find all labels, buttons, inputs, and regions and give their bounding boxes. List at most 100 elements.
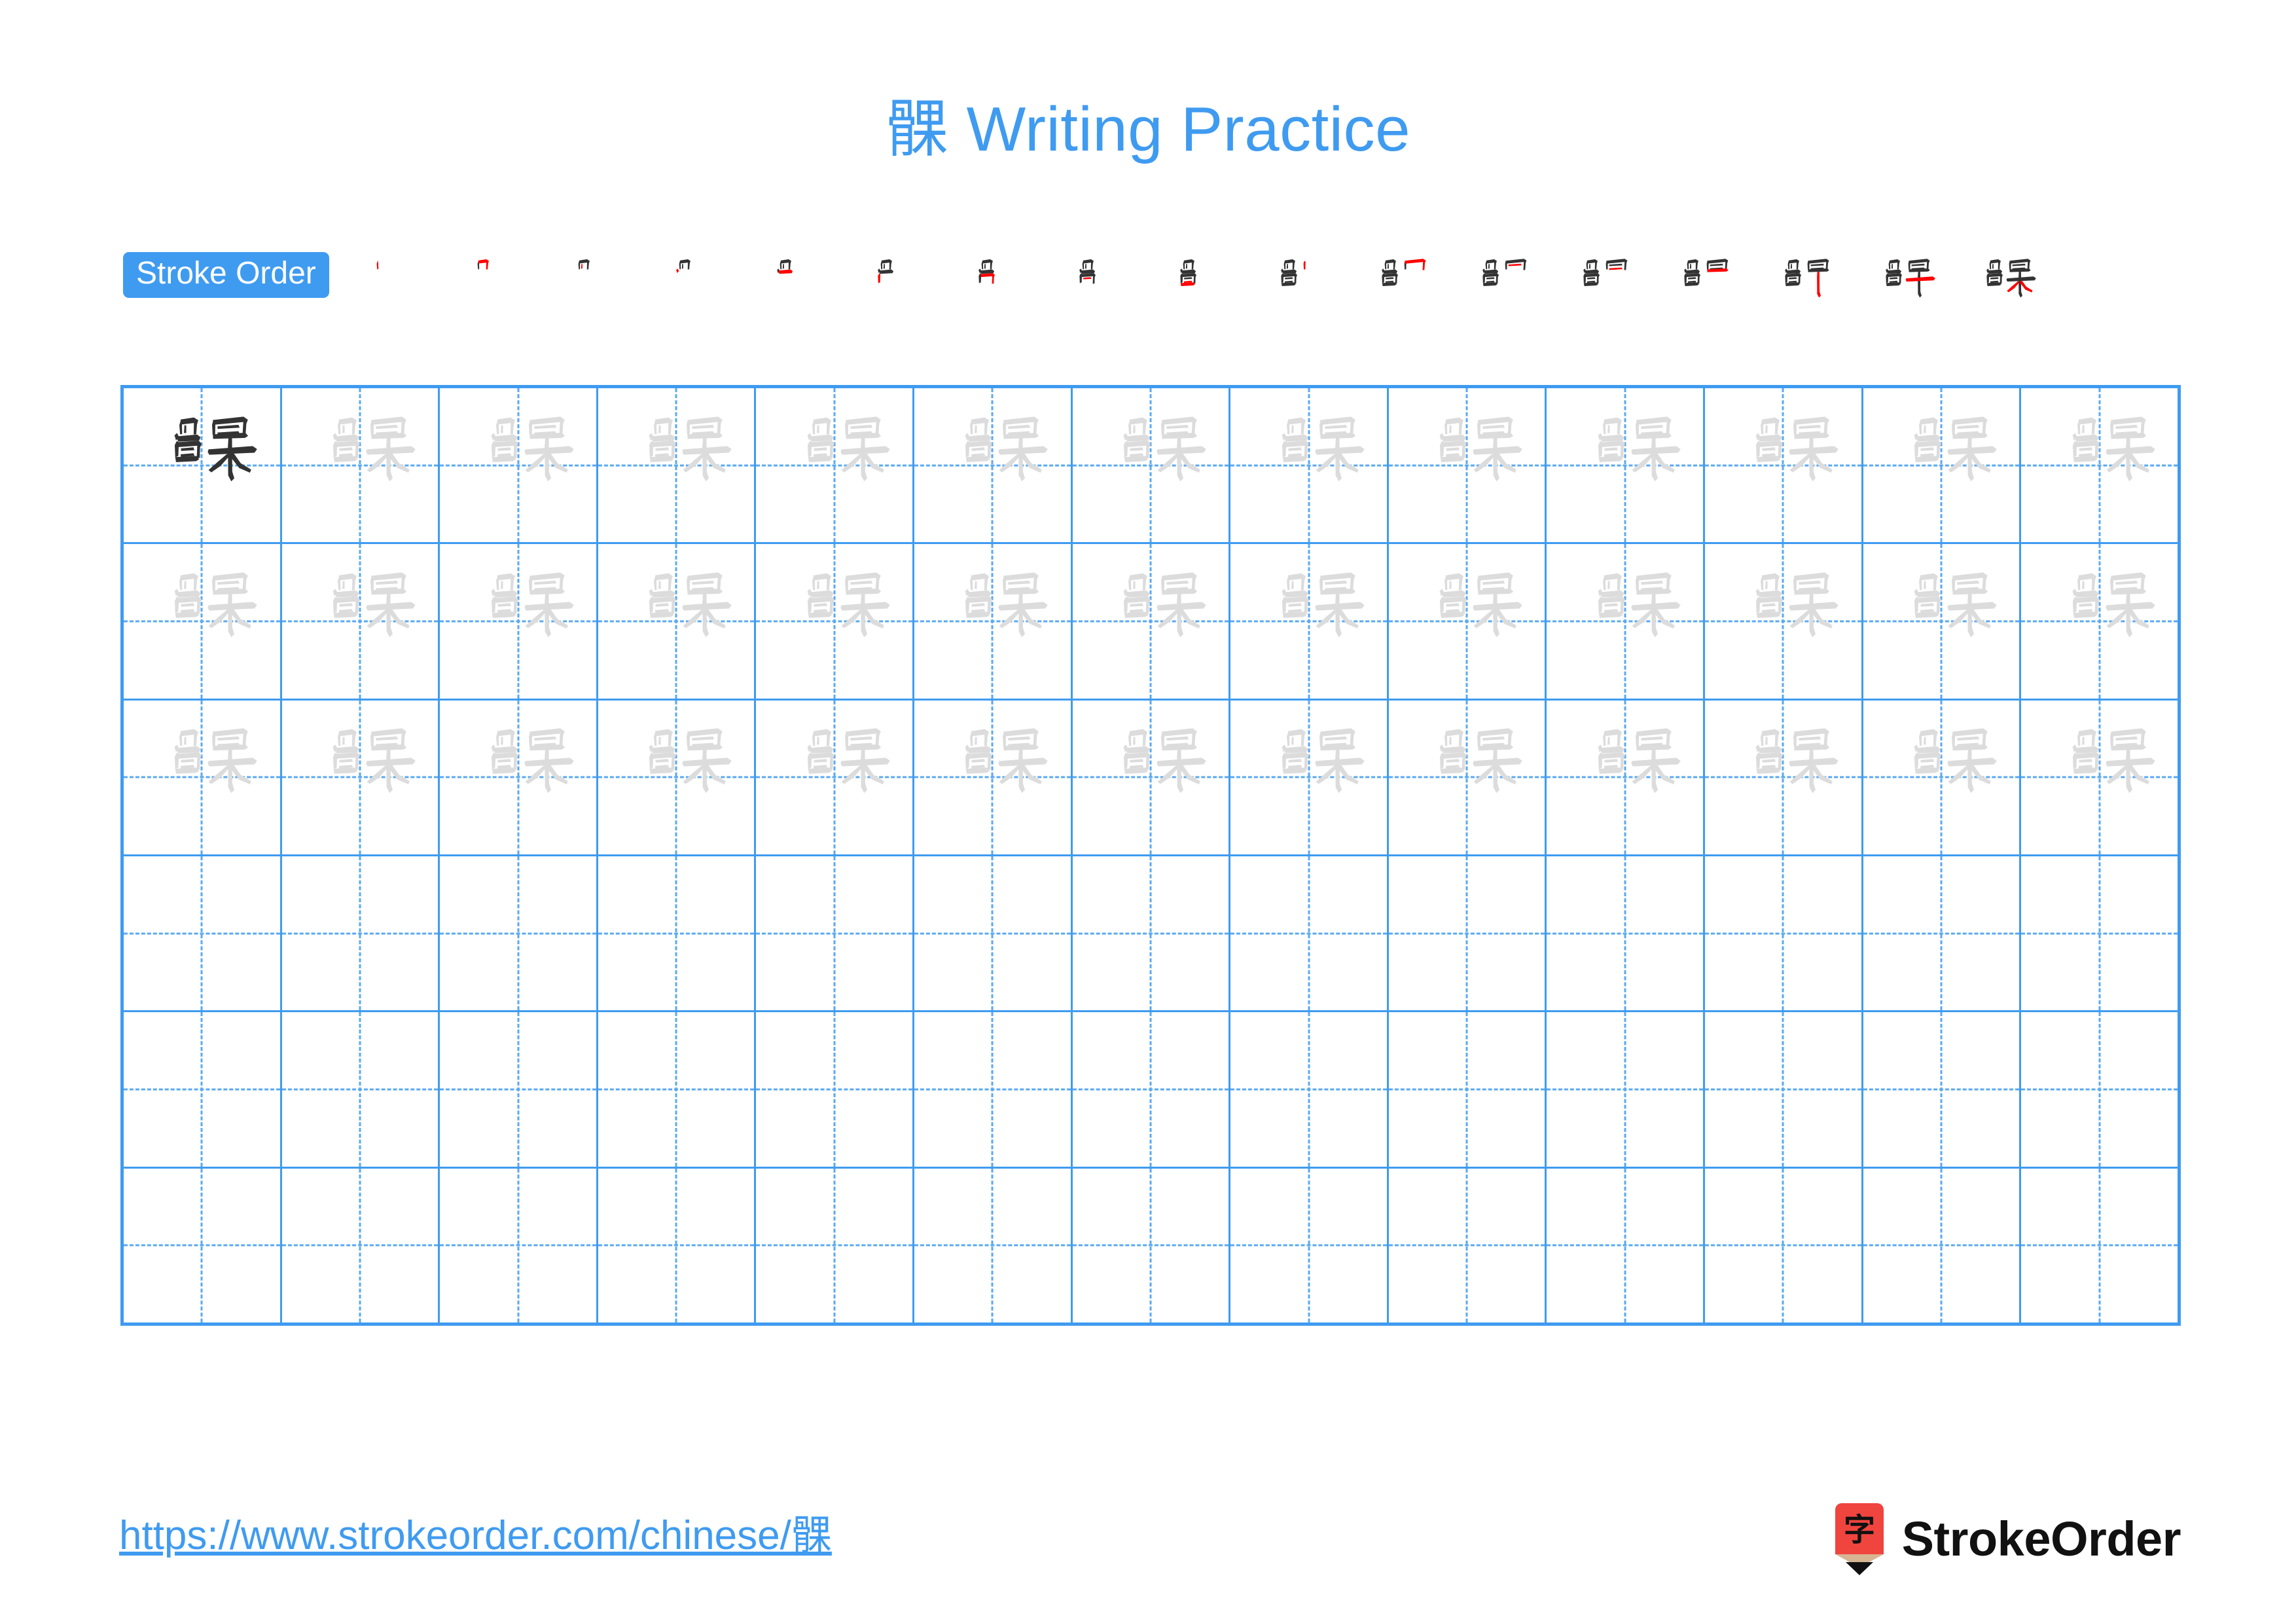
trace-character-glyph <box>769 400 900 531</box>
practice-cell-r6-c12[interactable] <box>1863 1168 2022 1322</box>
practice-cell-r5-c7[interactable] <box>1073 1012 1231 1167</box>
practice-cell-r6-c13[interactable] <box>2021 1169 2178 1322</box>
practice-cell-r6-c7[interactable] <box>1073 1168 1231 1322</box>
practice-cell-r4-c5[interactable] <box>756 856 915 1011</box>
practice-cell-r5-c9[interactable] <box>1389 1012 1547 1167</box>
strokeorder-logo[interactable]: 字 StrokeOrder <box>1831 1503 2181 1575</box>
practice-cell-r6-c1[interactable] <box>124 1168 282 1322</box>
practice-cell-r6-c9[interactable] <box>1389 1168 1547 1322</box>
practice-cell-r5-c12[interactable] <box>1863 1012 2022 1167</box>
practice-cell-r3-c9[interactable] <box>1389 700 1547 854</box>
practice-cell-r2-c9[interactable] <box>1389 544 1547 699</box>
practice-grid-row <box>124 1168 2178 1322</box>
practice-cell-r5-c11[interactable] <box>1705 1012 1863 1167</box>
practice-cell-r2-c4[interactable] <box>598 544 757 699</box>
stroke-step-5 <box>743 249 844 327</box>
practice-cell-r4-c7[interactable] <box>1073 856 1231 1011</box>
practice-cell-r2-c13[interactable] <box>2021 544 2178 698</box>
practice-cell-r1-c5[interactable] <box>756 388 915 543</box>
practice-cell-r4-c13[interactable] <box>2021 856 2178 1010</box>
practice-cell-r6-c10[interactable] <box>1547 1168 1706 1322</box>
practice-cell-r1-c3[interactable] <box>440 388 598 543</box>
practice-cell-r3-c3[interactable] <box>440 700 598 854</box>
practice-cell-r1-c11[interactable] <box>1705 388 1863 543</box>
practice-cell-r2-c10[interactable] <box>1547 544 1706 699</box>
practice-cell-r3-c7[interactable] <box>1073 700 1231 854</box>
practice-cell-r4-c9[interactable] <box>1389 856 1547 1011</box>
practice-cell-r4-c11[interactable] <box>1705 856 1863 1011</box>
model-character-glyph <box>136 400 267 531</box>
practice-cell-r3-c5[interactable] <box>756 700 915 854</box>
practice-cell-r1-c13[interactable] <box>2021 388 2178 542</box>
practice-cell-r6-c4[interactable] <box>598 1168 757 1322</box>
practice-cell-r5-c3[interactable] <box>440 1012 598 1167</box>
practice-grid-row <box>124 388 2178 545</box>
practice-cell-r1-c1[interactable] <box>124 388 282 543</box>
practice-cell-r1-c7[interactable] <box>1073 388 1231 543</box>
practice-cell-r5-c5[interactable] <box>756 1012 915 1167</box>
practice-cell-r4-c2[interactable] <box>282 856 440 1011</box>
practice-cell-r4-c12[interactable] <box>1863 856 2022 1011</box>
stroke-step-9 <box>1146 249 1247 327</box>
practice-cell-r1-c4[interactable] <box>598 388 757 543</box>
trace-character-glyph <box>453 712 584 843</box>
practice-cell-r4-c4[interactable] <box>598 856 757 1011</box>
practice-cell-r2-c2[interactable] <box>282 544 440 699</box>
practice-cell-r5-c2[interactable] <box>282 1012 440 1167</box>
practice-cell-r1-c2[interactable] <box>282 388 440 543</box>
practice-cell-r2-c7[interactable] <box>1073 544 1231 699</box>
trace-character-glyph <box>611 400 742 531</box>
practice-cell-r6-c2[interactable] <box>282 1168 440 1322</box>
practice-cell-r6-c3[interactable] <box>440 1168 598 1322</box>
practice-cell-r3-c11[interactable] <box>1705 700 1863 854</box>
trace-character-glyph <box>1244 712 1374 843</box>
practice-cell-r2-c8[interactable] <box>1230 544 1389 699</box>
stroke-order-label-badge: Stroke Order <box>123 252 329 298</box>
practice-cell-r2-c6[interactable] <box>914 544 1073 699</box>
practice-cell-r1-c9[interactable] <box>1389 388 1547 543</box>
practice-cell-r2-c1[interactable] <box>124 544 282 699</box>
practice-cell-r3-c10[interactable] <box>1547 700 1706 854</box>
practice-cell-r3-c12[interactable] <box>1863 700 2022 854</box>
practice-cell-r5-c10[interactable] <box>1547 1012 1706 1167</box>
trace-character-glyph <box>1401 712 1532 843</box>
practice-cell-r3-c8[interactable] <box>1230 700 1389 854</box>
practice-cell-r1-c8[interactable] <box>1230 388 1389 543</box>
practice-cell-r4-c6[interactable] <box>914 856 1073 1011</box>
practice-cell-r4-c10[interactable] <box>1547 856 1706 1011</box>
trace-character-glyph <box>295 712 425 843</box>
practice-cell-r6-c11[interactable] <box>1705 1168 1863 1322</box>
practice-cell-r3-c4[interactable] <box>598 700 757 854</box>
practice-cell-r1-c6[interactable] <box>914 388 1073 543</box>
practice-cell-r2-c11[interactable] <box>1705 544 1863 699</box>
practice-cell-r6-c5[interactable] <box>756 1168 915 1322</box>
practice-cell-r2-c3[interactable] <box>440 544 598 699</box>
stroke-step-2 <box>440 249 541 327</box>
logo-pencil-badge-icon: 字 <box>1831 1503 1888 1575</box>
trace-character-glyph <box>611 556 742 687</box>
practice-cell-r5-c8[interactable] <box>1230 1012 1389 1167</box>
trace-character-glyph <box>136 556 267 687</box>
practice-cell-r5-c6[interactable] <box>914 1012 1073 1167</box>
practice-cell-r5-c4[interactable] <box>598 1012 757 1167</box>
practice-cell-r3-c6[interactable] <box>914 700 1073 854</box>
practice-cell-r6-c8[interactable] <box>1230 1168 1389 1322</box>
trace-character-glyph <box>1717 556 1848 687</box>
practice-cell-r2-c12[interactable] <box>1863 544 2022 699</box>
footer-url-link[interactable]: https://www.strokeorder.com/chinese/髁 <box>119 1510 832 1563</box>
practice-cell-r3-c13[interactable] <box>2021 701 2178 854</box>
practice-cell-r2-c5[interactable] <box>756 544 915 699</box>
practice-cell-r6-c6[interactable] <box>914 1168 1073 1322</box>
practice-grid-row <box>124 1012 2178 1169</box>
practice-cell-r5-c1[interactable] <box>124 1012 282 1167</box>
practice-cell-r4-c3[interactable] <box>440 856 598 1011</box>
practice-cell-r5-c13[interactable] <box>2021 1012 2178 1166</box>
practice-cell-r1-c12[interactable] <box>1863 388 2022 543</box>
practice-cell-r4-c1[interactable] <box>124 856 282 1011</box>
trace-character-glyph <box>1876 556 2007 687</box>
practice-cell-r3-c2[interactable] <box>282 700 440 854</box>
trace-character-glyph <box>2034 556 2165 687</box>
practice-cell-r4-c8[interactable] <box>1230 856 1389 1011</box>
practice-cell-r1-c10[interactable] <box>1547 388 1706 543</box>
practice-cell-r3-c1[interactable] <box>124 700 282 854</box>
